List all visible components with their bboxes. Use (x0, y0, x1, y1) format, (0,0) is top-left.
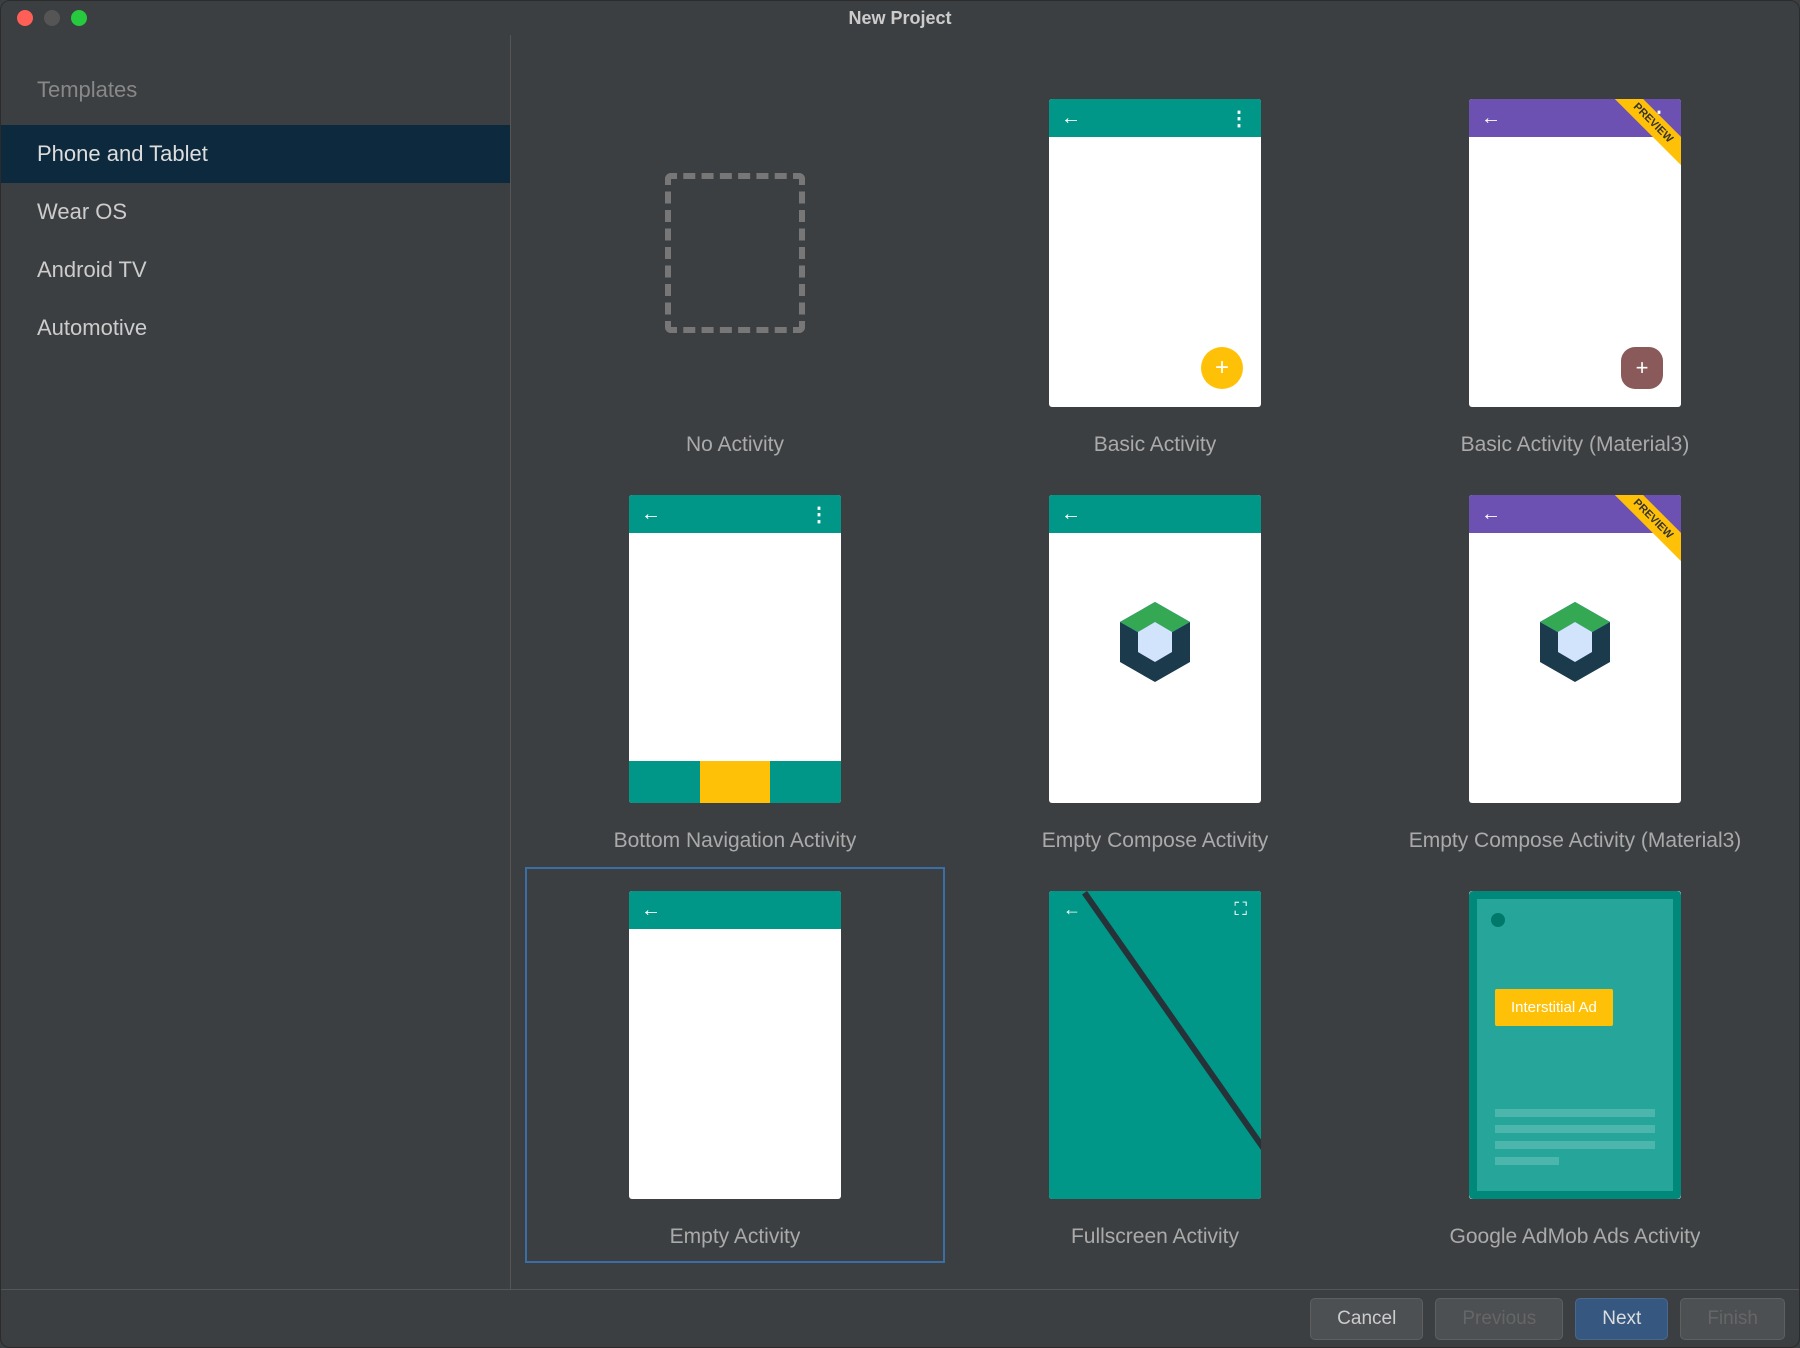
titlebar: New Project (1, 1, 1799, 35)
template-category-sidebar: Templates Phone and TabletWear OSAndroid… (1, 35, 511, 1289)
sidebar-item-wear-os[interactable]: Wear OS (1, 183, 510, 241)
appbar (629, 495, 841, 533)
compose-logo-icon (1536, 600, 1614, 689)
back-arrow-icon (641, 899, 661, 922)
bottom-nav-bar (629, 761, 841, 803)
window-title: New Project (1, 8, 1799, 29)
appbar (629, 891, 841, 929)
back-arrow-icon (1061, 107, 1081, 130)
back-arrow-icon (1063, 899, 1081, 921)
new-project-window: New Project Templates Phone and TabletWe… (0, 0, 1800, 1348)
window-controls (1, 10, 87, 26)
template-card[interactable]: Interstitial Ad Google AdMob Ads Activity (1365, 867, 1785, 1263)
dialog-body: Templates Phone and TabletWear OSAndroid… (1, 35, 1799, 1289)
template-label: No Activity (686, 433, 784, 457)
template-label: Basic Activity (1094, 433, 1217, 457)
template-label: Bottom Navigation Activity (614, 829, 857, 853)
fullscreen-icon (1234, 899, 1247, 921)
more-icon (1229, 106, 1249, 131)
more-icon (809, 502, 829, 527)
minimize-window-button[interactable] (44, 10, 60, 26)
template-label: Fullscreen Activity (1071, 1225, 1239, 1249)
sidebar-heading: Templates (1, 63, 510, 125)
template-label: Basic Activity (Material3) (1461, 433, 1690, 457)
back-arrow-icon (1481, 503, 1501, 526)
template-label: Empty Compose Activity (Material3) (1409, 829, 1742, 853)
appbar (1049, 99, 1261, 137)
template-grid-panel[interactable]: No Activity+Basic Activity+PREVIEWBasic … (511, 35, 1799, 1289)
previous-button[interactable]: Previous (1435, 1298, 1563, 1340)
template-card[interactable]: Fullscreen Activity (945, 867, 1365, 1263)
template-card[interactable]: Bottom Navigation Activity (525, 471, 945, 867)
bottom-nav-thumb (629, 495, 841, 803)
template-card[interactable]: PREVIEW Empty Compose Activity (Material3… (1365, 471, 1785, 867)
basic-activity-m3-thumb: +PREVIEW (1469, 99, 1681, 407)
dashed-placeholder-icon (665, 173, 805, 333)
empty-activity-thumb (629, 891, 841, 1199)
compose-m3-thumb: PREVIEW (1469, 495, 1681, 803)
no-activity-thumb (629, 99, 841, 407)
template-card[interactable]: +PREVIEW Basic Activity (Material3) (1365, 75, 1785, 471)
fab-add-icon: + (1621, 347, 1663, 389)
compose-thumb (1049, 495, 1261, 803)
camera-dot-icon (1491, 913, 1505, 927)
template-card[interactable]: Empty Activity (525, 867, 945, 1263)
appbar (1049, 495, 1261, 533)
template-label: Google AdMob Ads Activity (1450, 1225, 1701, 1249)
back-arrow-icon (1061, 503, 1081, 526)
close-window-button[interactable] (17, 10, 33, 26)
fullscreen-thumb (1049, 891, 1261, 1199)
sidebar-item-android-tv[interactable]: Android TV (1, 241, 510, 299)
template-label: Empty Activity (670, 1225, 801, 1249)
interstitial-ad-button: Interstitial Ad (1495, 989, 1613, 1026)
finish-button[interactable]: Finish (1680, 1298, 1785, 1340)
admob-thumb: Interstitial Ad (1469, 891, 1681, 1199)
dialog-footer: Cancel Previous Next Finish (1, 1289, 1799, 1347)
next-button[interactable]: Next (1575, 1298, 1668, 1340)
maximize-window-button[interactable] (71, 10, 87, 26)
template-card[interactable]: Empty Compose Activity (945, 471, 1365, 867)
sidebar-item-phone-and-tablet[interactable]: Phone and Tablet (1, 125, 510, 183)
back-arrow-icon (641, 503, 661, 526)
cancel-button[interactable]: Cancel (1310, 1298, 1423, 1340)
basic-activity-thumb: + (1049, 99, 1261, 407)
sidebar-item-automotive[interactable]: Automotive (1, 299, 510, 357)
compose-logo-icon (1116, 600, 1194, 689)
template-card[interactable]: + Basic Activity (945, 75, 1365, 471)
fab-add-icon: + (1201, 347, 1243, 389)
template-label: Empty Compose Activity (1042, 829, 1268, 853)
back-arrow-icon (1481, 107, 1501, 130)
template-card[interactable]: No Activity (525, 75, 945, 471)
